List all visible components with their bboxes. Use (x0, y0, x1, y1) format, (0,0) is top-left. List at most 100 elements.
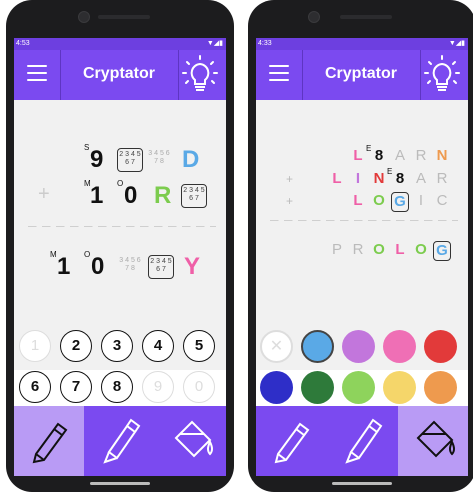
right-screen: 4:33 ▼◢▮ Cryptator L E 8 A R N + L I N E… (256, 38, 468, 476)
tool-bar (256, 406, 468, 476)
letter-cell[interactable]: L (329, 171, 345, 187)
letter-cell-r[interactable]: R (154, 184, 171, 208)
sum-line (28, 226, 216, 227)
paint-bucket-tool[interactable] (398, 406, 468, 476)
hint-bulb-icon[interactable] (422, 54, 462, 96)
plus-operator: + (286, 172, 294, 186)
sum-line (270, 220, 458, 221)
color-swatch-green[interactable] (342, 371, 375, 404)
selected-letter-cell[interactable]: G (391, 192, 409, 212)
candidate-cell[interactable]: 3 4 5 6 7 8 (118, 257, 142, 273)
color-swatch-yellow[interactable] (383, 371, 416, 404)
letter-cell-y[interactable]: Y (184, 255, 200, 279)
letter-cell[interactable]: L (350, 148, 366, 164)
color-swatch-dark-blue[interactable] (260, 371, 293, 404)
letter-cell-d[interactable]: D (182, 148, 199, 172)
pencil-tool[interactable] (14, 406, 84, 476)
status-bar: 4:53 ▼◢▮ (14, 38, 226, 50)
menu-icon[interactable] (269, 65, 289, 81)
status-bar: 4:33 ▼◢▮ (256, 38, 468, 50)
color-swatch-pink[interactable] (383, 330, 416, 363)
selected-letter-cell[interactable]: G (433, 241, 451, 261)
color-swatch-red[interactable] (424, 330, 457, 363)
nav-bar (14, 476, 226, 492)
key-3[interactable]: 3 (101, 330, 133, 362)
menu-icon[interactable] (27, 65, 47, 81)
letter-cell[interactable]: R (434, 171, 450, 187)
digit-cell[interactable]: 9 (90, 148, 103, 172)
color-swatch-dark-green[interactable] (301, 371, 334, 404)
key-5[interactable]: 5 (183, 330, 215, 362)
letter-cell[interactable]: A (392, 148, 408, 164)
key-7[interactable]: 7 (60, 371, 92, 403)
key-0[interactable]: 0 (183, 371, 215, 403)
paint-bucket-icon (174, 420, 213, 458)
letter-cell[interactable]: N (434, 148, 450, 164)
candidate-cell[interactable]: 2 3 4 5 6 7 (117, 148, 143, 172)
letter-cell[interactable]: R (350, 242, 366, 258)
pencil-tool[interactable] (256, 406, 326, 476)
status-time: 4:53 (16, 40, 30, 47)
plus-operator: + (286, 194, 294, 208)
pen-icon (345, 418, 383, 464)
hint-bulb-icon[interactable] (180, 54, 220, 96)
color-swatch-orange[interactable] (424, 371, 457, 404)
letter-cell[interactable]: I (413, 193, 429, 209)
plus-operator: + (38, 183, 50, 205)
digit-cell[interactable]: 0 (91, 255, 104, 279)
key-6[interactable]: 6 (19, 371, 51, 403)
app-title: Cryptator (82, 65, 155, 82)
candidate-cell[interactable]: 2 3 4 5 6 7 (148, 255, 174, 279)
clear-color-button[interactable]: ✕ (260, 330, 293, 363)
letter-cell[interactable]: O (413, 242, 429, 258)
key-2[interactable]: 2 (60, 330, 92, 362)
letter-cell[interactable]: L (392, 242, 408, 258)
app-title: Cryptator (324, 65, 397, 82)
pen-tool[interactable] (327, 406, 397, 476)
front-camera (308, 11, 320, 23)
letter-cell[interactable]: C (434, 193, 450, 209)
digit-cell[interactable]: 8 (371, 148, 387, 164)
digit-cell[interactable]: 0 (124, 184, 137, 208)
signal-battery-icon: ▼◢▮ (206, 40, 223, 47)
pencil-icon (32, 422, 68, 464)
letter-cell[interactable]: P (329, 242, 345, 258)
key-1[interactable]: 1 (19, 330, 51, 362)
candidate-cell[interactable]: 3 4 5 6 7 8 (147, 150, 171, 166)
paint-bucket-tool[interactable] (156, 406, 226, 476)
letter-cell[interactable]: I (350, 171, 366, 187)
letter-cell[interactable]: O (371, 193, 387, 209)
digit-cell[interactable]: 1 (57, 255, 70, 279)
key-8[interactable]: 8 (101, 371, 133, 403)
letter-hint: M (50, 250, 57, 259)
left-screen: 4:53 ▼◢▮ Cryptator S 9 2 3 4 5 6 7 3 4 5… (14, 38, 226, 476)
color-swatch-blue[interactable] (301, 330, 334, 363)
key-4[interactable]: 4 (142, 330, 174, 362)
digit-cell[interactable]: 8 (392, 171, 408, 187)
paint-bucket-icon (416, 420, 455, 458)
app-bar: Cryptator (256, 50, 468, 100)
speaker (98, 15, 150, 19)
pencil-icon (274, 422, 310, 464)
pen-icon (103, 418, 141, 464)
right-phone: 4:33 ▼◢▮ Cryptator L E 8 A R N + L I N E… (248, 0, 473, 492)
letter-hint: O (117, 179, 124, 188)
candidate-cell[interactable]: 2 3 4 5 6 7 (181, 184, 207, 208)
app-bar: Cryptator (14, 50, 226, 100)
home-indicator[interactable] (90, 482, 150, 485)
digit-cell[interactable]: 1 (90, 184, 103, 208)
letter-cell[interactable]: N (371, 171, 387, 187)
letter-cell[interactable]: A (413, 171, 429, 187)
letter-cell[interactable]: O (371, 242, 387, 258)
letter-hint: S (84, 143, 90, 152)
front-camera (78, 11, 90, 23)
letter-hint: O (84, 250, 91, 259)
letter-cell[interactable]: R (413, 148, 429, 164)
home-indicator[interactable] (332, 482, 392, 485)
letter-cell[interactable]: L (350, 193, 366, 209)
status-time: 4:33 (258, 40, 272, 47)
key-9[interactable]: 9 (142, 371, 174, 403)
speaker (340, 15, 392, 19)
color-swatch-purple[interactable] (342, 330, 375, 363)
pen-tool[interactable] (85, 406, 155, 476)
